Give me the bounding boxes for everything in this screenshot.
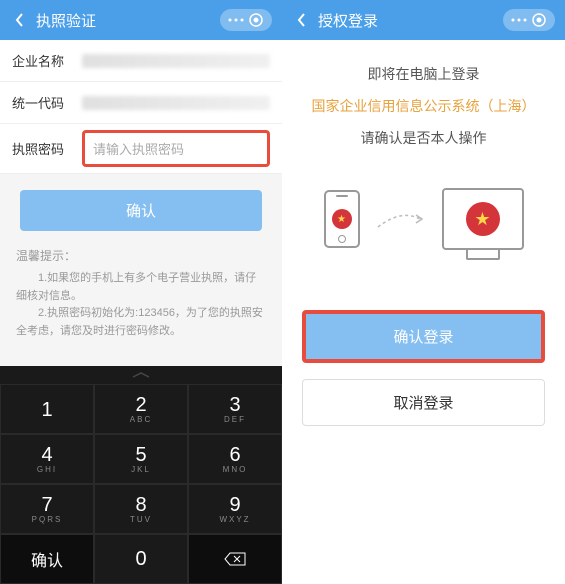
auth-line-3: 请确认是否本人操作	[361, 128, 487, 148]
confirm-login-button[interactable]: 确认登录	[302, 310, 545, 363]
hint-line-1: 1.如果您的手机上有多个电子营业执照，请仔细核对信息。	[16, 270, 266, 305]
left-screen: 执照验证 企业名称 统一代码 执照密码 请输入执照密码 确认	[0, 0, 282, 584]
emblem-icon: ★	[332, 209, 352, 229]
company-name-row: 企业名称	[0, 40, 282, 82]
emblem-icon: ★	[466, 202, 500, 236]
key-1[interactable]: 1	[0, 384, 94, 434]
unified-code-row: 统一代码	[0, 82, 282, 124]
header-controls	[220, 9, 272, 31]
close-icon[interactable]	[531, 12, 547, 28]
key-6[interactable]: 6MNO	[188, 434, 282, 484]
key-3[interactable]: 3DEF	[188, 384, 282, 434]
phone-to-pc-diagram: ★ ★	[324, 188, 524, 250]
key-4[interactable]: 4GHI	[0, 434, 94, 484]
password-input[interactable]: 请输入执照密码	[82, 130, 270, 167]
hint-section: 温馨提示： 1.如果您的手机上有多个电子营业执照，请仔细核对信息。 2.执照密码…	[0, 247, 282, 352]
key-2[interactable]: 2ABC	[94, 384, 188, 434]
more-icon[interactable]	[511, 12, 527, 28]
unified-code-value	[82, 96, 270, 110]
password-row: 执照密码 请输入执照密码	[0, 124, 282, 174]
key-8[interactable]: 8TUV	[94, 484, 188, 534]
keypad-grid: 1 2ABC 3DEF 4GHI 5JKL 6MNO 7PQRS 8TUV 9W…	[0, 384, 282, 584]
key-9[interactable]: 9WXYZ	[188, 484, 282, 534]
key-0[interactable]: 0	[94, 534, 188, 584]
back-icon[interactable]	[292, 11, 310, 29]
unified-code-label: 统一代码	[12, 93, 82, 112]
right-screen: 授权登录 即将在电脑上登录 国家企业信用信息公示系统（上海） 请确认是否本人操作…	[282, 0, 565, 584]
confirm-button-area: 确认	[0, 174, 282, 247]
cancel-login-button[interactable]: 取消登录	[302, 379, 545, 426]
company-name-value	[82, 54, 270, 68]
header-left: 执照验证	[0, 0, 282, 40]
key-backspace[interactable]	[188, 534, 282, 584]
numeric-keypad: 1 2ABC 3DEF 4GHI 5JKL 6MNO 7PQRS 8TUV 9W…	[0, 366, 282, 584]
form: 企业名称 统一代码 执照密码 请输入执照密码	[0, 40, 282, 174]
hint-line-2: 2.执照密码初始化为:123456，为了您的执照安全考虑，请您及时进行密码修改。	[16, 305, 266, 340]
more-icon[interactable]	[228, 12, 244, 28]
auth-line-1: 即将在电脑上登录	[368, 64, 480, 84]
password-label: 执照密码	[12, 139, 82, 158]
monitor-icon: ★	[442, 188, 524, 250]
back-icon[interactable]	[10, 11, 28, 29]
close-icon[interactable]	[248, 12, 264, 28]
key-confirm[interactable]: 确认	[0, 534, 94, 584]
keypad-drag-handle[interactable]	[0, 366, 282, 384]
confirm-button[interactable]: 确认	[20, 190, 262, 231]
header-right: 授权登录	[282, 0, 565, 40]
auth-buttons: 确认登录 取消登录	[282, 310, 565, 426]
hint-title: 温馨提示：	[16, 247, 266, 264]
key-5[interactable]: 5JKL	[94, 434, 188, 484]
auth-body: 即将在电脑上登录 国家企业信用信息公示系统（上海） 请确认是否本人操作 ★ ★ …	[282, 40, 565, 584]
arrow-icon	[376, 207, 426, 231]
company-name-label: 企业名称	[12, 51, 82, 70]
phone-icon: ★	[324, 190, 360, 248]
key-7[interactable]: 7PQRS	[0, 484, 94, 534]
header-controls	[503, 9, 555, 31]
auth-line-2: 国家企业信用信息公示系统（上海）	[312, 96, 536, 116]
